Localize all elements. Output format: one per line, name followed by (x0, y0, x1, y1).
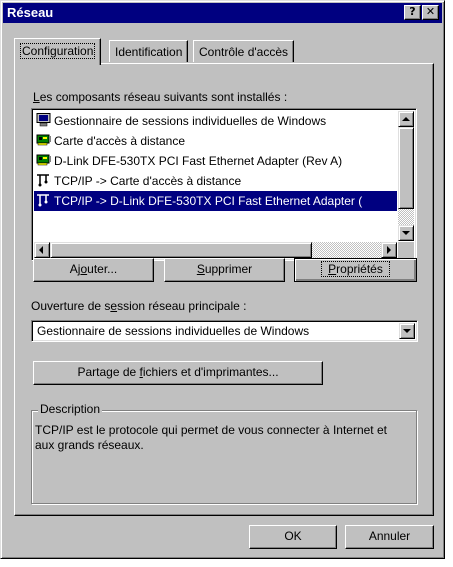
arrow-up-icon (402, 117, 410, 121)
scroll-right-button[interactable] (381, 242, 397, 258)
components-label-text: es composants réseau suivants sont insta… (39, 90, 288, 104)
monitor-icon (36, 113, 52, 127)
list-item[interactable]: Gestionnaire de sessions individuelles d… (34, 111, 397, 131)
tab-label: Configuration (20, 43, 96, 59)
ok-button[interactable]: OK (249, 525, 337, 549)
primary-logon-select[interactable]: Gestionnaire de sessions individuelles d… (31, 320, 418, 342)
vertical-scrollbar[interactable] (398, 111, 414, 241)
arrow-right-icon (387, 246, 391, 254)
list-item-label: Gestionnaire de sessions individuelles d… (54, 114, 327, 128)
horizontal-scroll-thumb[interactable] (50, 242, 312, 258)
description-text: TCP/IP est le protocole qui permet de vo… (35, 423, 387, 452)
components-label-mnemonic: L (33, 90, 40, 104)
horizontal-scrollbar[interactable] (34, 242, 397, 258)
properties-button-text: ropriétés (336, 262, 383, 276)
window-title: Réseau (7, 5, 54, 20)
scroll-up-button[interactable] (398, 111, 414, 127)
vertical-scroll-thumb[interactable] (398, 127, 414, 209)
tab-access-control[interactable]: Contrôle d'accès (193, 40, 295, 62)
list-item[interactable]: Carte d'accès à distance (34, 131, 397, 151)
list-item-label: TCP/IP -> Carte d'accès à distance (54, 174, 242, 188)
dropdown-button[interactable] (399, 323, 415, 339)
sharing-button-text-rest: ichiers et d'imprimantes... (142, 365, 279, 379)
arrow-left-icon (39, 246, 43, 254)
cancel-button[interactable]: Annuler (345, 525, 434, 549)
help-button[interactable]: ? (404, 5, 421, 20)
scroll-down-button[interactable] (398, 225, 414, 241)
remove-button-mnemonic: S (196, 262, 205, 276)
primary-logon-label: Ouverture de session réseau principale : (31, 299, 246, 313)
tab-label: Contrôle d'accès (199, 45, 289, 59)
description-title: Description (38, 402, 103, 416)
sharing-button-text: Partage de (77, 365, 140, 379)
scroll-left-button[interactable] (34, 242, 50, 258)
logon-label-text: Ouverture de s (31, 299, 111, 313)
primary-logon-value: Gestionnaire de sessions individuelles d… (37, 324, 310, 338)
remove-button[interactable]: Supprimer (164, 258, 285, 282)
add-button[interactable]: Ajouter... (33, 258, 154, 282)
tab-configuration[interactable]: Configuration (14, 38, 102, 65)
chevron-down-icon (403, 329, 411, 333)
tab-identification[interactable]: Identification (109, 40, 189, 62)
list-item-label: D-Link DFE-530TX PCI Fast Ethernet Adapt… (54, 154, 343, 168)
network-card-icon (36, 153, 52, 167)
list-item-label: TCP/IP -> D-Link DFE-530TX PCI Fast Ethe… (54, 194, 363, 208)
logon-label-text-rest: ssion réseau principale : (117, 299, 247, 313)
list-item-selected[interactable]: TCP/IP -> D-Link DFE-530TX PCI Fast Ethe… (34, 191, 397, 211)
properties-button[interactable]: Propriétés (294, 258, 417, 282)
components-label: Les composants réseau suivants sont inst… (33, 90, 287, 104)
properties-button-mnemonic: P (328, 262, 337, 276)
title-bar[interactable]: Réseau ? ✕ (3, 3, 442, 23)
add-button-text: Aj (69, 262, 81, 276)
network-card-icon (36, 133, 52, 147)
arrow-down-icon (402, 231, 410, 235)
tab-label: Identification (115, 45, 183, 59)
file-print-sharing-button[interactable]: Partage de fichiers et d'imprimantes... (33, 361, 323, 385)
remove-button-text: upprimer (204, 262, 253, 276)
list-item-label: Carte d'accès à distance (54, 134, 186, 148)
list-item[interactable]: TCP/IP -> Carte d'accès à distance (34, 171, 397, 191)
protocol-icon (36, 193, 52, 207)
add-button-text-rest: uter... (87, 262, 118, 276)
close-button[interactable]: ✕ (422, 5, 439, 20)
scrollbar-corner (398, 242, 414, 258)
components-listbox[interactable]: Gestionnaire de sessions individuelles d… (31, 108, 417, 261)
list-item[interactable]: D-Link DFE-530TX PCI Fast Ethernet Adapt… (34, 151, 397, 171)
protocol-icon (36, 173, 52, 187)
properties-focus-ring: Propriétés (321, 261, 390, 277)
